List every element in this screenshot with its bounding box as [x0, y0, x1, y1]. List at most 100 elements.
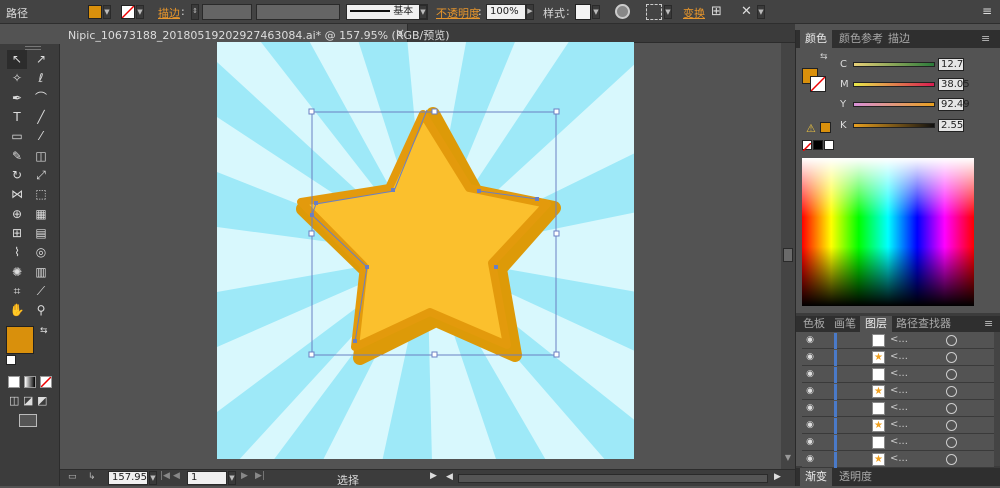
gamut-correction-swatch[interactable] — [820, 122, 831, 133]
align-to-selection-icon[interactable] — [646, 4, 662, 20]
layer-name[interactable]: <... — [890, 368, 908, 379]
cyan-value[interactable]: 12.7 — [938, 58, 964, 71]
stroke-weight-stepper[interactable]: ⇕ — [191, 4, 199, 20]
handle[interactable] — [553, 351, 560, 358]
tab-transparency[interactable]: 透明度 — [834, 468, 877, 486]
visibility-eye-icon[interactable]: ◉ — [804, 454, 816, 466]
handle[interactable] — [431, 108, 438, 115]
visibility-eye-icon[interactable]: ◉ — [804, 352, 816, 364]
layers-menu-icon[interactable]: ≡ — [984, 317, 993, 330]
stroke-profile-field[interactable]: 基本 — [346, 4, 428, 20]
fill-dropdown-arrow[interactable]: ▼ — [103, 5, 111, 19]
tab-color-guide[interactable]: 颜色参考 — [834, 30, 888, 48]
layer-name[interactable]: <... — [890, 419, 908, 430]
stroke-none-swatch[interactable] — [121, 5, 135, 19]
anchor[interactable] — [365, 265, 369, 269]
layer-row[interactable]: ◉ ★ <... — [802, 418, 994, 434]
scroll-right-icon[interactable]: ▶ — [774, 472, 781, 482]
stroke-profile-dropdown[interactable]: ▼ — [419, 5, 427, 19]
handle[interactable] — [553, 108, 560, 115]
blend-tool-icon[interactable]: ◎ — [31, 243, 51, 262]
rotate-tool-icon[interactable]: ↻ — [7, 166, 27, 185]
layer-target-icon[interactable] — [946, 437, 957, 448]
layer-name[interactable]: <... — [890, 351, 908, 362]
recolor-artwork-icon[interactable] — [615, 4, 630, 19]
layer-row[interactable]: ◉ <... — [802, 333, 994, 349]
paintbrush-tool-icon[interactable]: ⁄ — [31, 127, 51, 146]
yellow-slider[interactable] — [853, 102, 935, 107]
white-swatch[interactable] — [824, 140, 834, 150]
zoom-tool-icon[interactable]: ⚲ — [31, 301, 51, 320]
visibility-eye-icon[interactable]: ◉ — [804, 369, 816, 381]
layer-name[interactable]: <... — [890, 402, 908, 413]
gradient-tool-icon[interactable]: ▤ — [31, 224, 51, 243]
cyan-slider[interactable] — [853, 62, 935, 67]
visibility-eye-icon[interactable]: ◉ — [804, 386, 816, 398]
layers-scrollbar[interactable] — [994, 332, 1000, 466]
previous-artboard-icon[interactable]: ◀ — [173, 471, 180, 481]
transform-link[interactable]: 变换 — [683, 5, 705, 21]
out-of-gamut-warning-icon[interactable]: ⚠ — [806, 122, 816, 135]
stroke-weight-field[interactable] — [202, 4, 252, 20]
scroll-left-icon[interactable]: ◀ — [446, 472, 453, 482]
slice-tool-icon[interactable]: ⟋ — [31, 282, 51, 301]
style-dropdown[interactable]: ▼ — [592, 5, 600, 19]
anchor[interactable] — [353, 339, 357, 343]
black-slider[interactable] — [853, 123, 935, 128]
column-graph-tool-icon[interactable]: ▥ — [31, 263, 51, 282]
visibility-eye-icon[interactable]: ◉ — [804, 420, 816, 432]
eraser-tool-icon[interactable]: ◫ — [31, 147, 51, 166]
transform-icon[interactable]: ⊞ — [711, 4, 727, 20]
stroke-dropdown-arrow[interactable]: ▼ — [136, 5, 144, 19]
direct-selection-tool-icon[interactable]: ↗ — [31, 50, 51, 69]
anchor[interactable] — [391, 188, 395, 192]
layer-target-icon[interactable] — [946, 369, 957, 380]
curvature-tool-icon[interactable]: ⌒ — [31, 89, 51, 108]
none-mode-icon[interactable] — [40, 376, 52, 388]
type-tool-icon[interactable]: T — [7, 108, 27, 127]
artboard-number-field[interactable]: 1 — [187, 471, 227, 485]
default-colors-icon[interactable] — [6, 355, 16, 365]
anchor[interactable] — [494, 265, 498, 269]
hand-tool-icon[interactable]: ✋ — [7, 301, 27, 320]
zoom-field[interactable]: 157.95 — [108, 471, 148, 485]
draw-mode-icon[interactable]: ◫ — [9, 394, 19, 407]
rectangle-tool-icon[interactable]: ▭ — [7, 127, 27, 146]
lasso-tool-icon[interactable]: ℓ — [31, 69, 51, 88]
isolate-dropdown[interactable]: ▼ — [757, 5, 765, 19]
draw-inside-icon[interactable]: ◩ — [37, 394, 47, 407]
tab-gradient[interactable]: 渐变 — [800, 468, 832, 486]
layer-target-icon[interactable] — [946, 335, 957, 346]
last-artboard-icon[interactable]: ▶| — [255, 471, 265, 481]
isolate-icon[interactable]: ✕ — [741, 4, 757, 20]
artboard-tool-icon[interactable]: ⌗ — [7, 282, 27, 301]
pencil-tool-icon[interactable]: ✎ — [7, 147, 27, 166]
selection-tool-icon[interactable]: ↖ — [7, 50, 27, 69]
swap-colors-icon[interactable]: ⇆ — [820, 52, 828, 62]
opacity-label[interactable]: 不透明度 — [436, 5, 480, 21]
color-mode-icon[interactable] — [8, 376, 20, 388]
document-tab[interactable]: Nipic_10673188_20180519202927463084.ai* … — [60, 24, 450, 43]
layer-row[interactable]: ◉ ★ <... — [802, 452, 994, 468]
symbol-sprayer-tool-icon[interactable]: ✺ — [7, 263, 27, 282]
layer-name[interactable]: <... — [890, 334, 908, 345]
opacity-input[interactable]: 100% — [486, 4, 526, 20]
layer-target-icon[interactable] — [946, 420, 957, 431]
variable-width-field[interactable] — [256, 4, 340, 20]
color-spectrum[interactable] — [802, 158, 974, 306]
fill-color-box[interactable] — [6, 326, 34, 354]
artboard[interactable] — [217, 42, 634, 459]
eyedropper-tool-icon[interactable]: ⌇ — [7, 243, 27, 262]
tab-swatches[interactable]: 色板 — [798, 316, 830, 332]
swap-fill-stroke-icon[interactable]: ⇆ — [40, 326, 48, 336]
next-artboard-icon[interactable]: ▶ — [241, 471, 248, 481]
export-icon[interactable]: ↳ — [88, 472, 100, 484]
tab-stroke[interactable]: 描边 — [883, 30, 915, 48]
panel-menu-icon[interactable]: ≡ — [981, 32, 990, 45]
layer-row[interactable]: ◉ <... — [802, 367, 994, 383]
anchor[interactable] — [310, 213, 314, 217]
tab-brushes[interactable]: 画笔 — [829, 316, 861, 332]
tab-pathfinder[interactable]: 路径查找器 — [891, 316, 956, 332]
scroll-down-icon[interactable]: ▼ — [781, 453, 795, 469]
line-segment-tool-icon[interactable]: ╱ — [31, 108, 51, 127]
